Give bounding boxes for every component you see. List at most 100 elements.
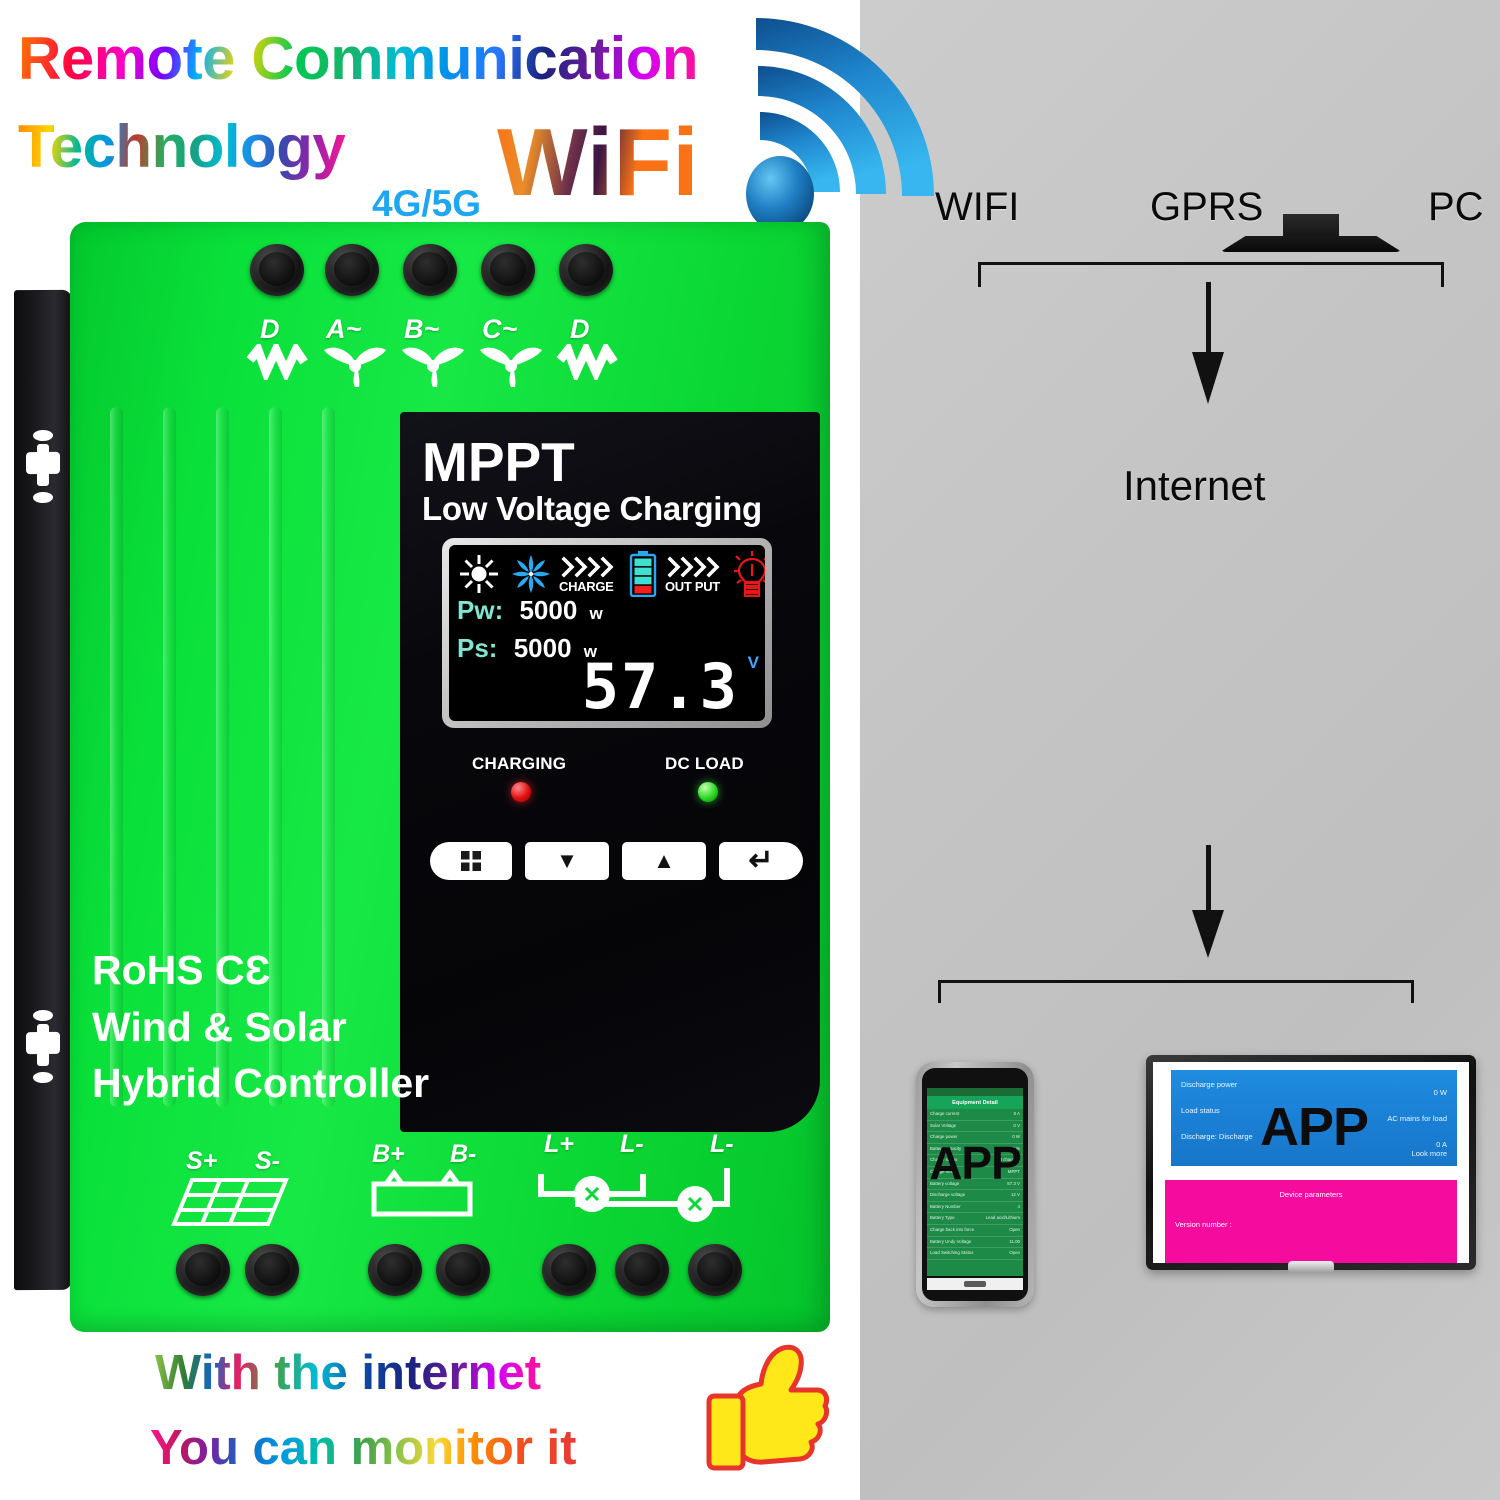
terminal-port-b-minus[interactable] <box>436 1244 490 1296</box>
lcd-screen: CHARGE OUT PUT Pw: 5000 w Ps: 5000 w 57.… <box>449 545 765 721</box>
lcd-row-ps-value: 5000 <box>513 633 572 663</box>
device-bracket <box>938 980 1414 1003</box>
subtitle: Low Voltage Charging <box>422 490 762 527</box>
terminal-port-l-minus-1[interactable] <box>615 1244 669 1296</box>
menu-button[interactable] <box>430 842 512 880</box>
wind-fan-icon <box>511 554 551 599</box>
monitor-base <box>1220 236 1402 252</box>
phone-row-value: 4 <box>1017 1203 1020 1209</box>
terminal-port-s-minus[interactable] <box>245 1244 299 1296</box>
terminal-label-l-plus: L+ <box>544 1130 574 1158</box>
arrow-head-bottom <box>1192 910 1224 958</box>
internet-label: Internet <box>1123 462 1266 509</box>
monitor-row-name: Discharge power <box>1181 1080 1238 1089</box>
monitor-neck <box>1283 214 1339 238</box>
phone-row-name: Battery Undy Voltage <box>930 1238 972 1244</box>
charge-label: CHARGE <box>559 579 614 594</box>
terminal-label-l-minus-2: L- <box>710 1130 734 1158</box>
terminal-port-d2[interactable] <box>559 244 613 296</box>
up-button[interactable]: ▲ <box>622 842 706 880</box>
wind-turbine-icon <box>398 340 468 393</box>
mounting-bracket <box>14 289 72 1291</box>
promo-line-1: With the internet <box>155 1346 542 1400</box>
terminal-port-a[interactable] <box>325 244 379 296</box>
terminal-port-l-plus[interactable] <box>542 1244 596 1296</box>
phone-detail-row: Charge current 0 A <box>927 1109 1023 1121</box>
menu-grid-icon <box>461 851 481 871</box>
terminal-port-l-minus-2[interactable] <box>688 1244 742 1296</box>
controller-faceplate: MPPT Low Voltage Charging CHARGE OUT PUT… <box>400 412 820 1132</box>
phone-row-name: Discharge voltage <box>930 1192 966 1198</box>
resistor-brake-icon <box>556 339 620 385</box>
lcd-row-pw-unit: w <box>589 604 603 623</box>
phone-row-value: Open <box>1009 1250 1020 1256</box>
smartphone-mockup: Equipment Detail Charge current 0 A Solar … <box>916 1062 1034 1307</box>
phone-row-value: 11.00 <box>1009 1238 1020 1244</box>
phone-detail-row: Battery Number 4 <box>927 1202 1023 1214</box>
lcd-row-pw-value: 5000 <box>519 595 578 625</box>
enter-arrow-icon: ↵ <box>748 844 774 877</box>
terminal-port-c[interactable] <box>481 244 535 296</box>
charging-indicator-label: CHARGING <box>472 754 567 773</box>
output-label: OUT PUT <box>665 579 720 594</box>
terminal-port-d1[interactable] <box>250 244 304 296</box>
phone-row-value: Open <box>1009 1226 1020 1232</box>
phone-row-value: 0 A <box>1013 1111 1020 1116</box>
source-label-gprs: GPRS <box>1150 185 1264 229</box>
voltage-unit: V <box>747 653 759 672</box>
product-infographic: WIFI GPRS PC Internet Equipment Detail C… <box>0 0 1500 1500</box>
dc-load-led <box>698 782 718 802</box>
monitor-mockup: Discharge power 0 W Load status AC mains fo… <box>1146 1055 1476 1273</box>
promo-line-2: You can monitor it <box>150 1421 577 1475</box>
dc-load-icon <box>535 1160 745 1229</box>
arrow-head-top <box>1192 352 1224 404</box>
brand-title: MPPT <box>422 431 575 493</box>
phone-row-value: 0 V <box>1013 1122 1020 1128</box>
terminal-label-s-plus: S+ <box>186 1147 218 1175</box>
lcd-row-pw: Pw: 5000 w <box>457 595 603 626</box>
enter-button[interactable]: ↵ <box>719 842 803 880</box>
terminal-label-b-minus: B- <box>450 1140 477 1168</box>
phone-detail-row: Discharge voltage 12 V <box>927 1190 1023 1202</box>
phone-app-watermark: APP <box>929 1137 1022 1189</box>
source-bracket <box>978 262 1444 287</box>
monitor-app-watermark: APP <box>1259 1097 1369 1157</box>
monitor-blue-section: Discharge power 0 W Load status AC mains fo… <box>1171 1070 1457 1166</box>
phone-detail-row: Load Switching Status Open <box>927 1248 1023 1260</box>
source-label-wifi: WIFI <box>935 185 1020 229</box>
terminal-port-s-plus[interactable] <box>176 1244 230 1296</box>
monitor-pink-section: Device parameters Version number : <box>1165 1180 1457 1263</box>
phone-row-name: Battery Number <box>930 1203 961 1209</box>
sun-icon <box>459 554 499 599</box>
lamp-icon <box>734 551 765 602</box>
voltage-reading: 57.3 <box>581 650 739 721</box>
network-badge: 4G/5G <box>372 183 481 224</box>
battery-icon <box>360 1168 490 1225</box>
resistor-brake-icon <box>246 339 310 385</box>
down-button[interactable]: ▼ <box>525 842 609 880</box>
wind-turbine-icon <box>476 340 546 393</box>
phone-row-name: Charge back into force <box>930 1226 975 1232</box>
certification-line: RoHS CƐ <box>92 947 271 993</box>
phone-row-value: Lead acid/Lithium <box>985 1215 1020 1221</box>
mppt-controller-body: D A~ B~ C~ D MPPT Low Voltage Charging C… <box>70 222 830 1332</box>
wind-turbine-icon <box>320 340 390 393</box>
phone-detail-row: Battery Type Lead acid/Lithium <box>927 1213 1023 1225</box>
terminal-port-b[interactable] <box>403 244 457 296</box>
phone-home-indicator <box>964 1281 986 1287</box>
terminal-port-b-plus[interactable] <box>368 1244 422 1296</box>
source-label-pc: PC <box>1428 185 1484 229</box>
phone-row-name: Load Switching Status <box>930 1250 974 1256</box>
device-parameters-title: Device parameters <box>1279 1190 1343 1199</box>
headline-line-1: Remote Communication <box>18 25 699 92</box>
phone-statusbar <box>927 1088 1023 1096</box>
heatsink-fins <box>110 407 390 1107</box>
mounting-hole <box>26 429 60 522</box>
phone-bezel: Equipment Detail Charge current 0 A Solar … <box>922 1068 1028 1301</box>
headline-line-2: Technology <box>18 113 346 180</box>
phone-row-name: Solar Voltage <box>930 1122 957 1128</box>
phone-detail-row: Charge back into force Open <box>927 1225 1023 1237</box>
lcd-row-pw-key: Pw: <box>457 595 504 625</box>
thumbs-up-icon <box>705 1340 830 1490</box>
phone-row-value: 12 V <box>1010 1192 1020 1198</box>
